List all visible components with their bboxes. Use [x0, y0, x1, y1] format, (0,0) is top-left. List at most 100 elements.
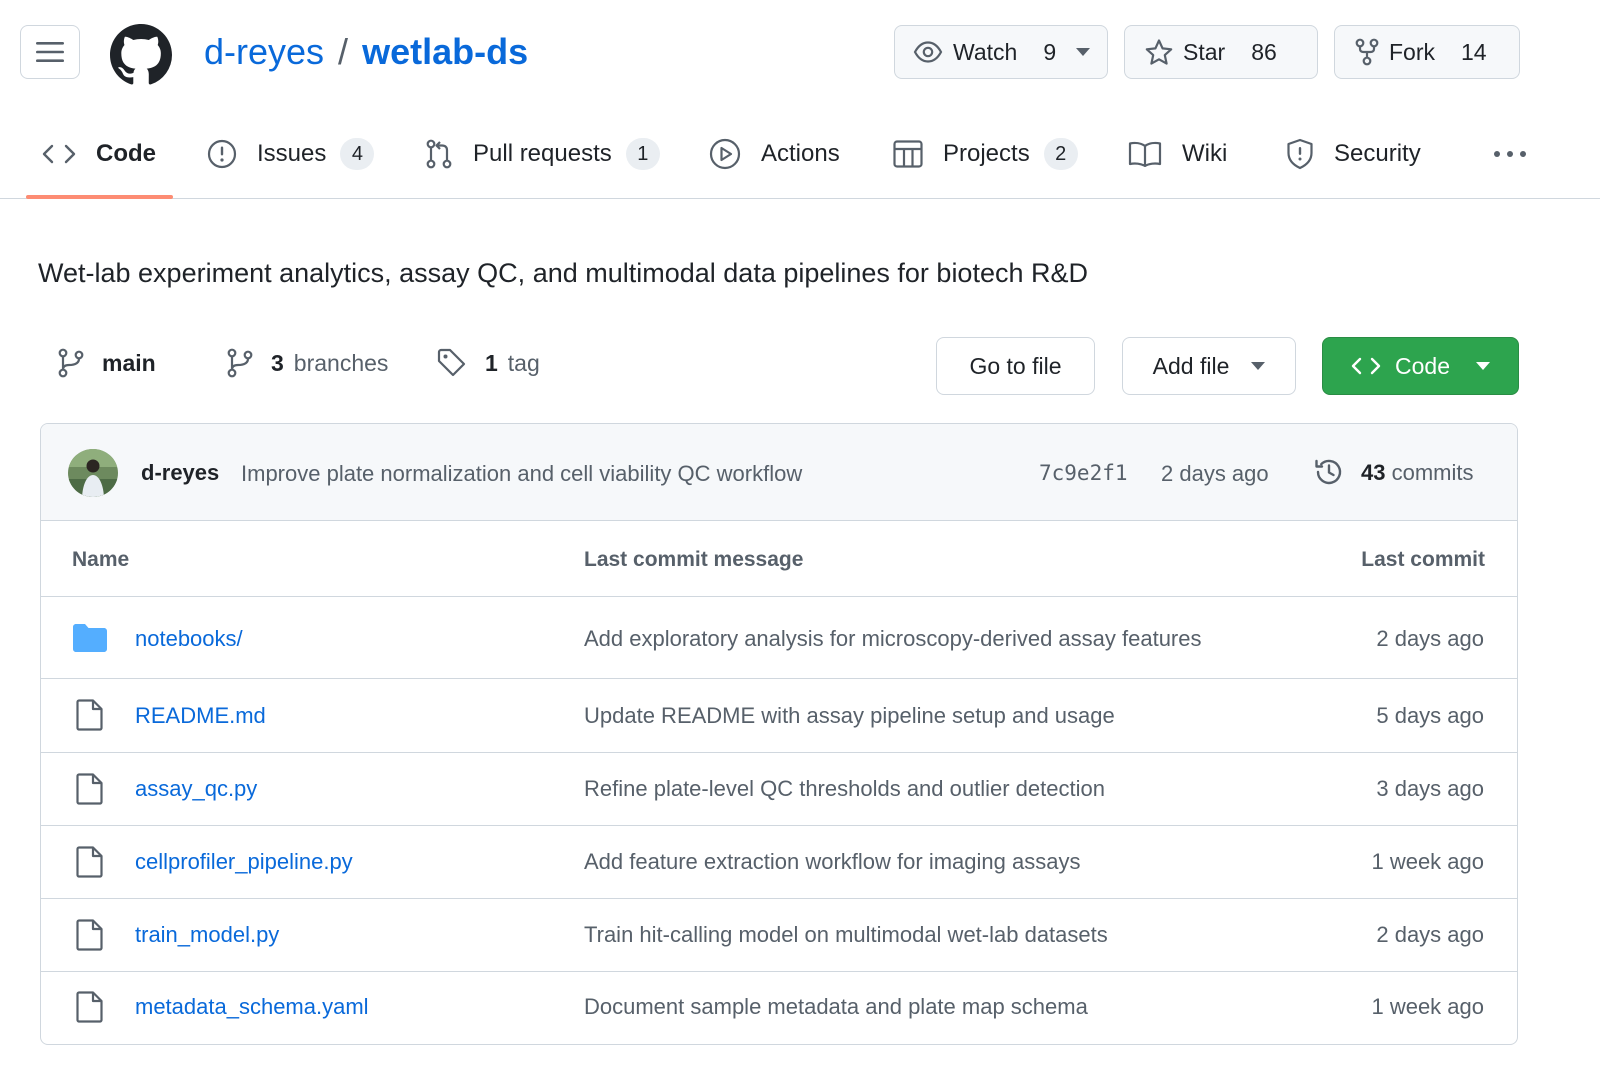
tab-projects-count: 2 [1043, 138, 1078, 170]
column-header-message: Last commit message [584, 548, 804, 571]
file-commit-message[interactable]: Add exploratory analysis for microscopy-… [584, 626, 1202, 652]
commits-link[interactable]: 43 commits [1361, 460, 1474, 486]
eye-icon [913, 41, 943, 63]
file-commit-date: 5 days ago [1376, 703, 1484, 728]
branches-count: 3 [271, 349, 284, 376]
shield-icon [1287, 138, 1313, 170]
repo-nav-tabs: Code Issues 4 Pull requests 1 Actions Pr… [0, 110, 1600, 199]
file-commit-message[interactable]: Document sample metadata and plate map s… [584, 994, 1088, 1020]
commits-count: 43 [1361, 460, 1386, 485]
file-commit-date: 2 days ago [1376, 626, 1484, 651]
tab-pull-requests-label: Pull requests [473, 140, 612, 167]
tags-count: 1 [485, 349, 498, 376]
table-row[interactable]: train_model.py Train hit-calling model o… [41, 899, 1517, 972]
history-icon[interactable] [1313, 456, 1345, 488]
repo-name-link[interactable]: wetlab-ds [362, 31, 528, 72]
file-name-link[interactable]: notebooks/ [135, 626, 243, 652]
fork-label: Fork [1389, 38, 1435, 65]
chevron-down-icon [1475, 362, 1490, 370]
folder-icon [73, 624, 107, 652]
table-row[interactable]: metadata_schema.yaml Document sample met… [41, 972, 1517, 1044]
fork-button[interactable]: Fork 14 [1334, 25, 1520, 79]
tab-pull-requests[interactable]: Pull requests 1 [425, 110, 660, 198]
tab-issues-count: 4 [340, 138, 375, 170]
file-icon [76, 991, 103, 1023]
file-icon [76, 699, 103, 731]
tab-actions[interactable]: Actions [709, 110, 840, 198]
file-name-link[interactable]: cellprofiler_pipeline.py [135, 849, 353, 875]
chevron-down-icon [1251, 362, 1266, 370]
file-commit-message[interactable]: Add feature extraction workflow for imag… [584, 849, 1080, 875]
tab-issues[interactable]: Issues 4 [207, 110, 375, 198]
star-label: Star [1183, 38, 1226, 65]
branch-selector[interactable]: main [58, 348, 156, 378]
tab-security[interactable]: Security [1286, 110, 1421, 198]
latest-commit-bar: d-reyes Improve plate normalization and … [41, 424, 1517, 521]
repo-header: d-reyes / wetlab-ds Watch 9 Star 86 Fork 1… [0, 0, 1600, 110]
tab-code[interactable]: Code [42, 110, 156, 198]
file-table-header: Name Last commit message Last commit [41, 521, 1517, 597]
code-icon [1351, 357, 1381, 375]
branches-link[interactable]: 3 branches [227, 348, 388, 378]
code-icon [42, 144, 76, 164]
commit-author[interactable]: d-reyes [141, 460, 219, 486]
file-commit-message[interactable]: Update README with assay pipeline setup … [584, 703, 1115, 729]
file-commit-date: 1 week ago [1371, 849, 1484, 874]
active-tab-indicator [26, 195, 173, 199]
tab-wiki[interactable]: Wiki [1128, 110, 1227, 198]
tags-label: tag [507, 349, 540, 376]
go-to-file-button[interactable]: Go to file [936, 337, 1095, 395]
table-row[interactable]: README.md Update README with assay pipel… [41, 679, 1517, 753]
more-options-icon[interactable] [1492, 142, 1528, 166]
book-icon [1128, 141, 1162, 167]
file-name-link[interactable]: metadata_schema.yaml [135, 994, 369, 1020]
hamburger-menu-button[interactable] [20, 25, 80, 79]
star-icon [1145, 38, 1173, 65]
table-icon [893, 140, 923, 168]
tab-actions-label: Actions [761, 140, 840, 167]
avatar[interactable] [68, 449, 118, 497]
repo-path: d-reyes / wetlab-ds [204, 28, 528, 76]
git-branch-icon [58, 348, 84, 378]
watch-label: Watch [953, 38, 1018, 65]
hamburger-icon [36, 42, 64, 62]
commits-label: commits [1391, 460, 1474, 485]
file-commit-message[interactable]: Refine plate-level QC thresholds and out… [584, 776, 1105, 802]
commit-sha[interactable]: 7c9e2f1 [1039, 461, 1128, 485]
file-icon [76, 919, 103, 951]
chevron-down-icon [1076, 48, 1091, 56]
play-icon [709, 138, 741, 170]
current-branch-name: main [102, 349, 156, 376]
tab-code-label: Code [96, 140, 156, 167]
add-file-button[interactable]: Add file [1122, 337, 1296, 395]
watch-button[interactable]: Watch 9 [894, 25, 1108, 79]
repo-owner-link[interactable]: d-reyes [204, 31, 324, 72]
add-file-label: Add file [1152, 352, 1230, 379]
issue-icon [207, 139, 237, 169]
watch-count: 9 [1043, 38, 1057, 65]
commit-message[interactable]: Improve plate normalization and cell via… [241, 461, 802, 487]
file-name-link[interactable]: train_model.py [135, 922, 279, 948]
tab-wiki-label: Wiki [1182, 140, 1228, 167]
file-name-link[interactable]: assay_qc.py [135, 776, 257, 802]
branch-bar: main 3 branches 1 tag Go to file Add fil… [0, 336, 1600, 396]
tags-link[interactable]: 1 tag [437, 348, 540, 378]
column-header-name: Name [72, 548, 130, 571]
code-dropdown-button[interactable]: Code [1322, 337, 1519, 395]
file-commit-date: 2 days ago [1376, 922, 1484, 947]
table-row[interactable]: assay_qc.py Refine plate-level QC thresh… [41, 753, 1517, 826]
github-logo-icon[interactable] [110, 24, 172, 86]
table-row[interactable]: cellprofiler_pipeline.py Add feature ext… [41, 826, 1517, 899]
file-commit-message[interactable]: Train hit-calling model on multimodal we… [584, 922, 1108, 948]
star-count: 86 [1251, 38, 1277, 65]
star-button[interactable]: Star 86 [1124, 25, 1318, 79]
file-commit-date: 1 week ago [1371, 994, 1484, 1019]
tab-projects[interactable]: Projects 2 [893, 110, 1078, 198]
table-row[interactable]: notebooks/ Add exploratory analysis for … [41, 598, 1517, 679]
code-button-label: Code [1395, 352, 1450, 379]
fork-icon [1355, 38, 1379, 66]
file-commit-date: 3 days ago [1376, 776, 1484, 801]
file-name-link[interactable]: README.md [135, 703, 266, 729]
go-to-file-label: Go to file [969, 352, 1062, 379]
repo-path-separator: / [338, 31, 349, 72]
